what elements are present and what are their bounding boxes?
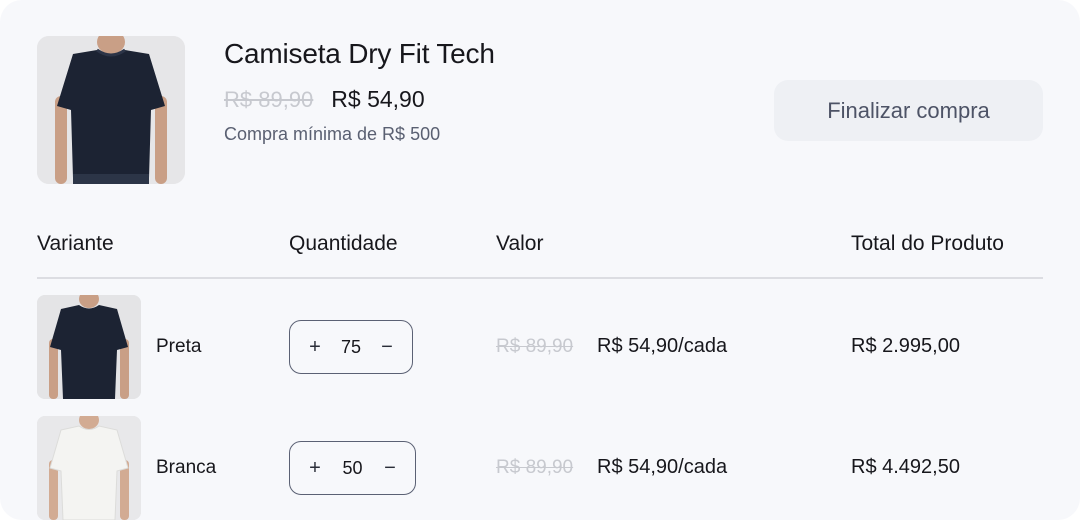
unit-price: R$ 54,90/cada [597, 456, 728, 478]
row-total: R$ 4.492,50 [851, 456, 960, 478]
tshirt-white-icon [37, 416, 141, 520]
variant-name: Branca [156, 457, 217, 478]
quantity-stepper: + 50 − [289, 441, 416, 495]
plus-button[interactable]: + [304, 337, 326, 357]
column-header-variant: Variante [37, 232, 114, 255]
table-row: Branca + 50 − R$ 89,90 R$ 54,90/cada R$ … [0, 416, 1080, 520]
column-header-total: Total do Produto [851, 232, 1004, 255]
product-card: Camiseta Dry Fit Tech R$ 89,90 R$ 54,90 … [0, 0, 1080, 520]
row-total: R$ 2.995,00 [851, 335, 960, 357]
table-row: Preta + 75 − R$ 89,90 R$ 54,90/cada R$ 2… [0, 295, 1080, 399]
original-price: R$ 89,90 [224, 87, 314, 112]
unit-price: R$ 54,90/cada [597, 335, 728, 357]
variant-image [37, 416, 141, 520]
sale-price: R$ 54,90 [331, 86, 425, 112]
plus-button[interactable]: + [304, 458, 326, 478]
minimum-order-note: Compra mínima de R$ 500 [224, 124, 441, 144]
column-header-quantity: Quantidade [289, 232, 398, 255]
minus-button[interactable]: − [376, 337, 398, 357]
header-divider [37, 277, 1043, 279]
variant-name: Preta [156, 336, 202, 357]
tshirt-photo-icon [37, 36, 185, 184]
quantity-value[interactable]: 50 [342, 458, 362, 479]
minus-button[interactable]: − [379, 458, 401, 478]
product-title: Camiseta Dry Fit Tech [224, 38, 495, 69]
variant-image [37, 295, 141, 399]
quantity-stepper: + 75 − [289, 320, 413, 374]
product-image [37, 36, 185, 184]
original-unit-price: R$ 89,90 [496, 336, 574, 357]
checkout-button[interactable]: Finalizar compra [774, 80, 1043, 141]
column-header-value: Valor [496, 232, 544, 255]
quantity-value[interactable]: 75 [341, 337, 361, 358]
original-unit-price: R$ 89,90 [496, 457, 574, 478]
tshirt-black-icon [37, 295, 141, 399]
price-row: R$ 89,90 R$ 54,90 [224, 86, 425, 113]
